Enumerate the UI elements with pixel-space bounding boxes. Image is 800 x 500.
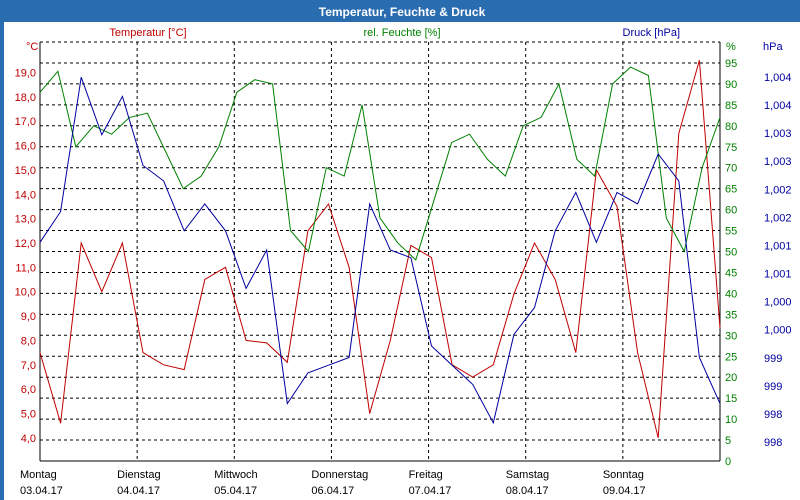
temperature-tick: 18,0	[15, 92, 36, 104]
temperature-tick: 13,0	[15, 214, 36, 226]
temperature-tick: 15,0	[15, 165, 36, 177]
temperature-tick: 19,0	[15, 67, 36, 79]
temperature-tick: 17,0	[15, 116, 36, 128]
temperature-tick: 6,0	[21, 384, 36, 396]
humidity-tick: 30	[725, 330, 737, 342]
pressure-line	[39, 77, 721, 425]
humidity-tick: 25	[725, 351, 737, 363]
pressure-tick: 1,002	[764, 184, 792, 196]
day-name-label: Donnerstag	[311, 469, 368, 481]
weather-chart: 19,0 18,0 17,0 16,0 15,0 14,0 13,0 12,0 11,0 10,0…	[15, 27, 792, 497]
temperature-tick: 10,0	[15, 287, 36, 299]
temperature-tick: 11,0	[15, 262, 36, 274]
humidity-tick: 40	[725, 288, 737, 300]
day-date-label: 08.04.17	[506, 485, 549, 497]
pressure-tick: 1,001	[764, 240, 792, 252]
humidity-tick: 90	[725, 79, 737, 91]
pressure-tick: 1,003	[764, 128, 792, 140]
pressure-tick: 1,000	[764, 297, 792, 309]
humidity-tick: 45	[725, 267, 737, 279]
day-date-label: 09.04.17	[603, 485, 646, 497]
humidity-tick: 50	[725, 247, 737, 259]
pressure-tick: 998	[764, 437, 782, 449]
pressure-tick: 1,004	[764, 100, 792, 112]
temperature-tick: 16,0	[15, 141, 36, 153]
pressure-axis-unit: hPa	[763, 41, 783, 53]
humidity-tick: 65	[725, 184, 737, 196]
axis-labels: 19,0 18,0 17,0 16,0 15,0 14,0 13,0 12,0 11,0 10,0…	[15, 58, 792, 497]
humidity-tick: 20	[725, 372, 737, 384]
day-name-label: Freitag	[409, 469, 443, 481]
legend-humidity: rel. Feuchte [%]	[363, 27, 440, 39]
temperature-tick: 9,0	[21, 311, 36, 323]
pressure-tick: 999	[764, 353, 782, 365]
humidity-tick: 5	[725, 435, 731, 447]
day-date-label: 06.04.17	[311, 485, 354, 497]
day-date-label: 07.04.17	[409, 485, 452, 497]
humidity-tick: 75	[725, 142, 737, 154]
series-lines	[39, 60, 721, 439]
humidity-tick: 85	[725, 100, 737, 112]
temperature-tick: 7,0	[21, 360, 36, 372]
humidity-tick: 10	[725, 414, 737, 426]
temperature-tick: 8,0	[21, 335, 36, 347]
day-name-label: Sonntag	[603, 469, 644, 481]
legend-temperature: Temperatur [°C]	[109, 27, 186, 39]
pressure-tick: 1,002	[764, 212, 792, 224]
grid	[40, 41, 720, 461]
day-name-label: Montag	[20, 469, 57, 481]
temperature-tick: 5,0	[21, 408, 36, 420]
temperature-tick: 4,0	[21, 433, 36, 445]
day-name-label: Mittwoch	[214, 469, 257, 481]
pressure-tick: 1,001	[764, 269, 792, 281]
pressure-tick: 999	[764, 381, 782, 393]
legend-pressure: Druck [hPa]	[623, 27, 680, 39]
day-date-label: 04.04.17	[117, 485, 160, 497]
day-name-label: Dienstag	[117, 469, 160, 481]
humidity-tick: 0	[725, 456, 731, 468]
humidity-tick: 80	[725, 121, 737, 133]
day-date-label: 05.04.17	[214, 485, 257, 497]
left-axis-unit: °C	[26, 41, 38, 53]
day-date-label: 03.04.17	[20, 485, 63, 497]
temperature-tick: 14,0	[15, 189, 36, 201]
humidity-tick: 70	[725, 163, 737, 175]
humidity-tick: 95	[725, 58, 737, 70]
pressure-tick: 1,004	[764, 72, 792, 84]
pressure-tick: 998	[764, 409, 782, 421]
day-name-label: Samstag	[506, 469, 549, 481]
humidity-tick: 55	[725, 226, 737, 238]
temperature-line	[39, 60, 721, 439]
pressure-tick: 1,000	[764, 325, 792, 337]
humidity-tick: 35	[725, 309, 737, 321]
temperature-tick: 12,0	[15, 238, 36, 250]
humidity-axis-unit: %	[726, 41, 736, 53]
pressure-tick: 1,003	[764, 156, 792, 168]
humidity-tick: 60	[725, 205, 737, 217]
humidity-tick: 15	[725, 393, 737, 405]
